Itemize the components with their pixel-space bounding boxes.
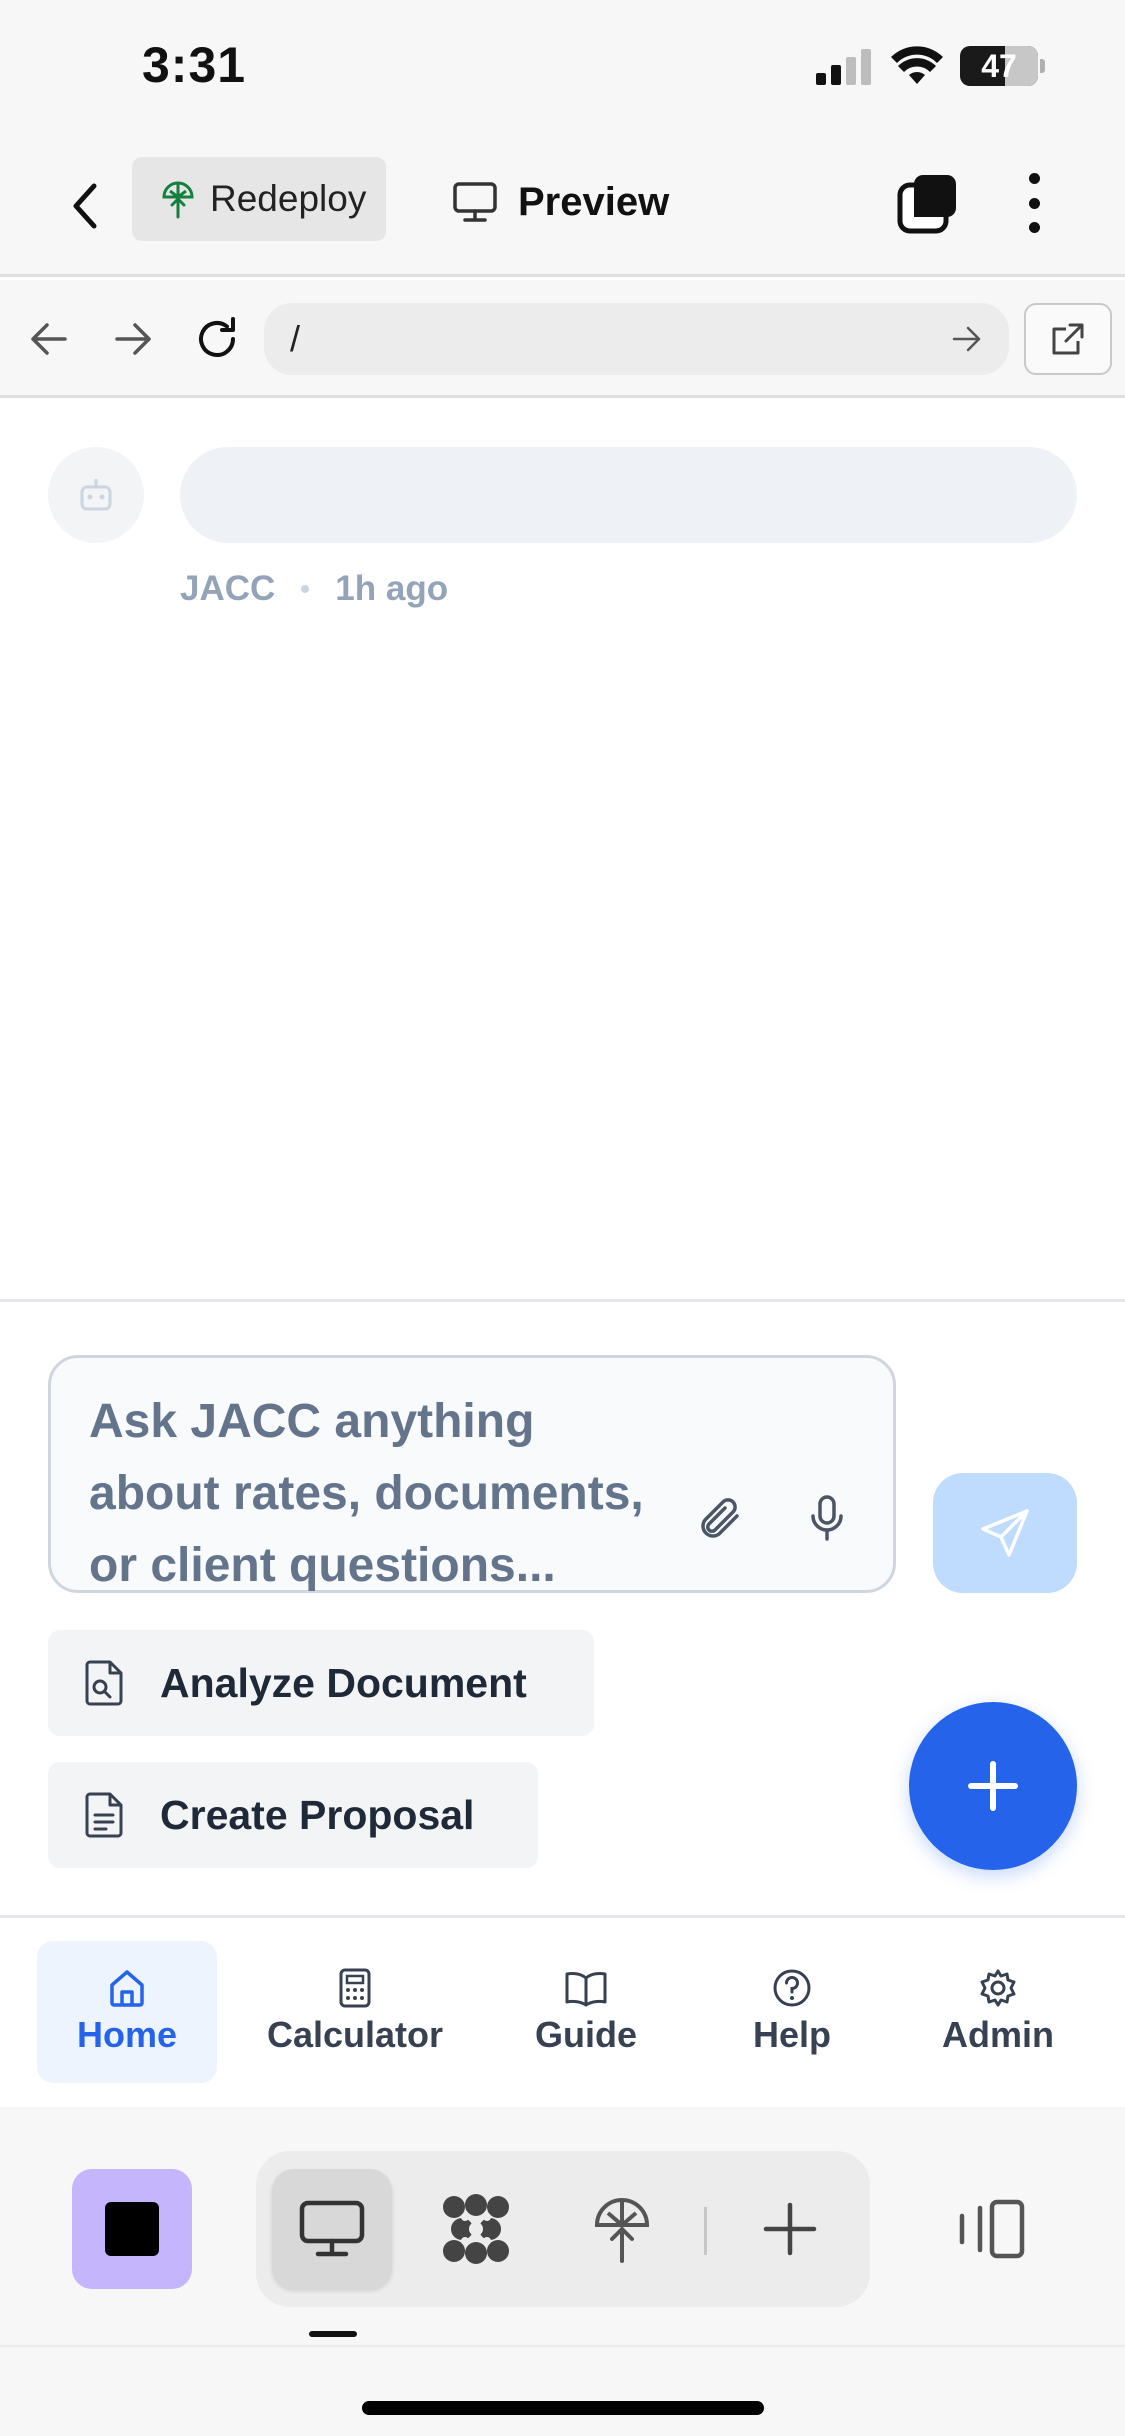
battery-level: 47 [981, 47, 1017, 84]
cellular-signal-icon [816, 49, 871, 85]
nav-help[interactable]: Help [730, 1941, 854, 2083]
home-indicator[interactable] [362, 2401, 764, 2415]
chat-area: JACC 1h ago [0, 401, 1125, 1299]
back-button[interactable] [60, 173, 110, 239]
create-proposal-button[interactable]: Create Proposal [48, 1762, 538, 1868]
paperclip-icon [701, 1498, 739, 1538]
analyze-document-label: Analyze Document [160, 1659, 527, 1706]
calculator-icon [339, 1968, 371, 2008]
reload-button[interactable] [188, 310, 246, 368]
dock-add-button[interactable] [730, 2169, 850, 2289]
analyze-document-button[interactable]: Analyze Document [48, 1630, 594, 1736]
panel-icon [959, 2199, 1025, 2259]
tabs-button[interactable] [896, 171, 960, 235]
top-toolbar: Redeploy Preview [0, 135, 1125, 277]
new-chat-fab[interactable] [909, 1702, 1077, 1870]
microphone-button[interactable] [797, 1488, 857, 1548]
bottom-navigation: Home Calculator Guide Help Admin [0, 1915, 1125, 2107]
status-time: 3:31 [142, 37, 247, 93]
reload-icon [199, 317, 235, 357]
nav-home-label: Home [76, 2014, 178, 2055]
dock-deploy-button[interactable] [562, 2169, 682, 2289]
more-dot [1028, 222, 1040, 233]
nav-admin[interactable]: Admin [930, 1941, 1066, 2083]
battery-cap [1040, 59, 1045, 73]
nav-home[interactable]: Home [37, 1941, 217, 2083]
open-external-button[interactable] [1024, 303, 1112, 375]
composer: Ask JACC anything about rates, documents… [0, 1299, 1125, 1915]
chevron-left-icon [73, 183, 97, 229]
more-dot [1028, 173, 1040, 184]
workspace-icon [443, 2194, 509, 2264]
file-search-icon [85, 1660, 123, 1706]
status-bar: 3:31 47 [0, 0, 1125, 135]
nav-admin-label: Admin [942, 2014, 1054, 2055]
nav-calculator[interactable]: Calculator [250, 1941, 460, 2083]
browser-bar: / [0, 280, 1125, 398]
home-icon [110, 1970, 144, 2007]
stop-icon [105, 2202, 159, 2256]
plus-icon [763, 2202, 817, 2256]
wifi-icon [891, 46, 943, 84]
dock-group [256, 2151, 870, 2307]
attach-button[interactable] [691, 1488, 751, 1548]
ask-input[interactable]: Ask JACC anything about rates, documents… [48, 1355, 896, 1593]
nav-guide-label: Guide [534, 2014, 637, 2055]
url-field[interactable]: / [264, 303, 1009, 375]
arrow-right-icon [952, 326, 981, 352]
bot-icon [80, 479, 112, 511]
status-icons: 47 [814, 46, 1045, 86]
tabs-icon [897, 175, 956, 234]
meta-separator [301, 585, 310, 593]
book-icon [565, 1972, 607, 2007]
plus-icon [968, 1761, 1018, 1811]
arrow-right-icon [115, 323, 151, 355]
gear-icon [980, 1969, 1016, 2007]
stop-button[interactable] [72, 2169, 192, 2289]
message-meta: JACC 1h ago [180, 569, 448, 609]
microphone-icon [811, 1495, 843, 1541]
preview-label: Preview [518, 179, 670, 224]
dock-preview-button[interactable] [272, 2169, 392, 2289]
dock-separator [704, 2207, 707, 2255]
monitor-icon [453, 182, 497, 222]
active-indicator [309, 2331, 357, 2337]
ask-placeholder: Ask JACC anything about rates, documents… [89, 1395, 644, 1592]
redeploy-button[interactable]: Redeploy [132, 157, 386, 241]
home-indicator-area [0, 2347, 1125, 2436]
dock-workspace-button[interactable] [416, 2169, 536, 2289]
file-text-icon [85, 1792, 123, 1838]
more-options-button[interactable] [1016, 167, 1052, 239]
url-go-button[interactable] [945, 317, 989, 361]
preview-tab[interactable]: Preview [452, 169, 669, 235]
deploy-icon [162, 181, 194, 219]
nav-guide[interactable]: Guide [516, 1941, 656, 2083]
redeploy-label: Redeploy [210, 178, 367, 219]
desktop-icon [299, 2200, 365, 2257]
more-dot [1028, 197, 1040, 209]
message-bubble [180, 447, 1077, 543]
bot-avatar [48, 447, 144, 543]
message-timestamp: 1h ago [335, 569, 449, 608]
browser-back-button[interactable] [20, 310, 78, 368]
send-icon [981, 1509, 1029, 1557]
external-link-icon [1052, 323, 1084, 355]
arrow-left-icon [31, 323, 67, 355]
nav-calculator-label: Calculator [266, 2014, 444, 2055]
create-proposal-label: Create Proposal [160, 1791, 475, 1838]
deploy-icon [594, 2198, 650, 2263]
url-text: / [290, 318, 301, 359]
browser-forward-button[interactable] [104, 310, 162, 368]
help-circle-icon [773, 1969, 811, 2007]
send-button[interactable] [933, 1473, 1077, 1593]
message-sender: JACC [180, 569, 276, 608]
nav-help-label: Help [752, 2014, 831, 2055]
side-panel-button[interactable] [950, 2193, 1034, 2265]
app-dock [0, 2107, 1125, 2347]
battery-icon: 47 [960, 46, 1038, 86]
